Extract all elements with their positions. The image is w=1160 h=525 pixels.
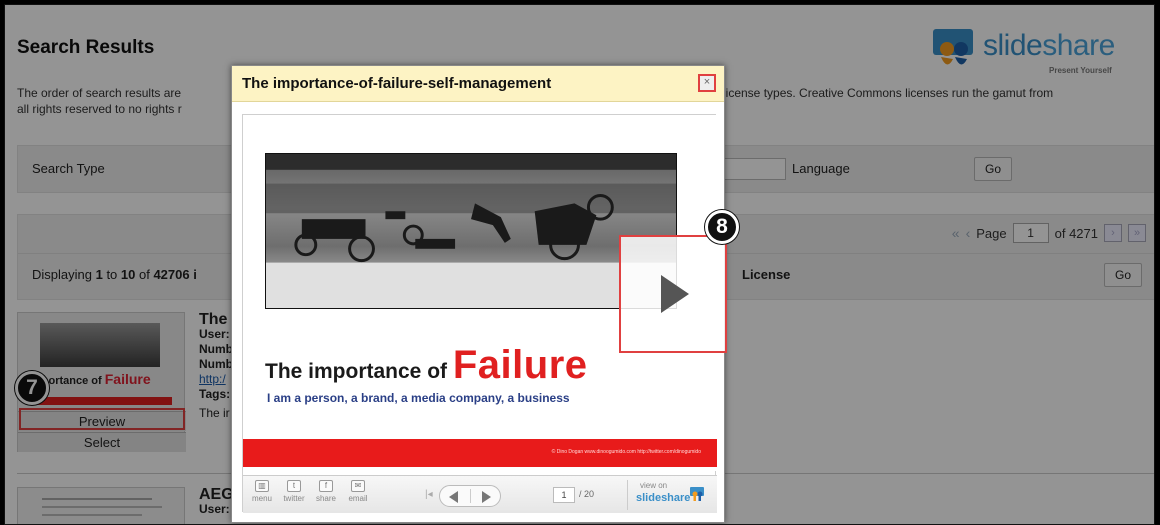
close-icon[interactable]: × [698, 74, 716, 92]
share-button[interactable]: f share [313, 480, 339, 503]
slide-viewer: The importance of Failure I am a person,… [242, 114, 727, 513]
twitter-button[interactable]: t twitter [281, 480, 307, 503]
email-icon: ✉ [351, 480, 365, 492]
slide-footer-text: © Dino Dogan www.dinoogumido.com http://… [551, 449, 701, 455]
slide-heading: The importance of Failure [265, 343, 588, 388]
view-on-brand: slideshare [636, 492, 691, 504]
slide-navigation: |◂ [425, 485, 521, 507]
slideshare-search-page: Search Results slideshare Present Yourse… [4, 4, 1155, 525]
share-label: share [315, 494, 336, 503]
slide-photo [265, 153, 677, 309]
slide-footer-bar: © Dino Dogan www.dinoogumido.com http://… [243, 439, 717, 467]
slide-heading-small: The importance of [265, 360, 453, 383]
menu-button[interactable]: ▥ menu [249, 480, 275, 503]
preview-modal: The importance-of-failure-self-managemen… [231, 65, 727, 523]
slide-subtitle: I am a person, a brand, a media company,… [267, 391, 570, 405]
next-slide-icon[interactable] [482, 491, 491, 503]
twitter-icon: t [287, 480, 301, 492]
first-slide-icon[interactable]: |◂ [425, 489, 433, 500]
slideshare-mini-icon [690, 487, 704, 501]
slide-number-input[interactable]: 1 [553, 487, 575, 503]
play-button[interactable] [619, 235, 727, 353]
play-icon [661, 275, 689, 313]
modal-header: The importance-of-failure-self-managemen… [232, 66, 724, 102]
prev-next-pill [439, 485, 501, 507]
email-label: email [348, 494, 368, 503]
prev-slide-icon[interactable] [449, 491, 458, 503]
view-on-label: view on [640, 481, 668, 490]
twitter-label: twitter [283, 494, 305, 503]
menu-label: menu [251, 494, 272, 503]
email-button[interactable]: ✉ email [345, 480, 371, 503]
view-on-slideshare-button[interactable]: view on slideshare [627, 480, 711, 510]
modal-title: The importance-of-failure-self-managemen… [242, 75, 552, 92]
facebook-icon: f [319, 480, 333, 492]
player-toolbar: ▥ menu t twitter f share ✉ email |◂ 1 / 20 v… [243, 475, 717, 513]
pill-divider [470, 489, 471, 503]
step-marker-8: 8 [705, 210, 739, 244]
slide-total: / 20 [579, 489, 595, 499]
menu-icon: ▥ [255, 480, 269, 492]
slide-heading-big: Failure [452, 343, 588, 387]
